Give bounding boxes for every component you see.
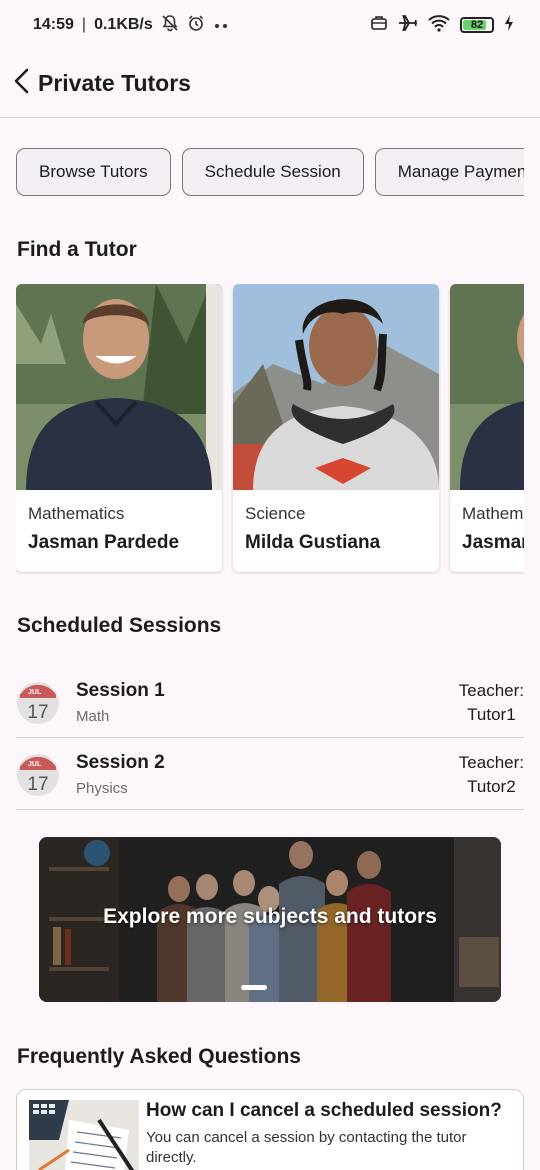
app-bar: Private Tutors [0, 50, 540, 118]
faq-heading: Frequently Asked Questions [17, 1045, 301, 1068]
airplane-icon [398, 14, 418, 37]
battery-icon: 82 [460, 17, 494, 33]
charging-icon [504, 14, 514, 37]
status-time: 14:59 [33, 16, 74, 33]
wifi-icon [428, 14, 450, 37]
svg-text:JUL: JUL [28, 761, 42, 768]
faq-thumbnail [29, 1100, 139, 1170]
session-title: Session 1 [76, 680, 165, 701]
tutor-photo [16, 284, 222, 490]
tutor-subject: Mathematics [462, 504, 524, 523]
alarm-icon [187, 14, 205, 37]
calendar-icon: JUL 17 [16, 753, 60, 797]
session-subject: Math [76, 708, 110, 725]
svg-text:JUL: JUL [28, 689, 42, 696]
session-subject: Physics [76, 780, 128, 797]
back-arrow-icon [11, 67, 33, 100]
tutor-photo [450, 284, 524, 490]
banner-text: Explore more subjects and tutors [103, 905, 437, 928]
calendar-icon: JUL 17 [16, 681, 60, 725]
tutor-photo [233, 284, 439, 490]
scheduled-sessions-heading: Scheduled Sessions [17, 614, 222, 637]
session-teacher: Teacher: Tutor1 [459, 679, 524, 727]
teacher-label: Teacher: [458, 680, 524, 700]
tutor-card[interactable]: Mathematics Jasman Pardede [16, 284, 222, 572]
tutor-carousel[interactable]: Mathematics Jasman Pardede Science Milda… [16, 284, 524, 574]
teacher-name: Tutor2 [467, 776, 516, 796]
manage-payments-chip[interactable]: Manage Payments [374, 148, 524, 196]
teacher-name: Tutor1 [467, 704, 516, 724]
status-bar: 14:59 | 0.1KB/s 82 [0, 0, 540, 50]
tutor-subject: Mathematics [28, 504, 125, 523]
page-title: Private Tutors [38, 70, 191, 96]
network-speed: 0.1KB/s [94, 16, 153, 33]
find-tutor-heading: Find a Tutor [17, 238, 137, 261]
tutor-name: Jasman Pardede [28, 532, 180, 553]
status-left: 14:59 | 0.1KB/s [33, 14, 229, 37]
sim-icon [370, 15, 388, 36]
explore-banner[interactable]: Explore more subjects and tutors [39, 837, 501, 1002]
teacher-label: Teacher: [458, 752, 524, 772]
carousel-indicator [241, 985, 267, 990]
tutor-card[interactable]: Mathematics Jasman Pardede [450, 284, 524, 572]
tutor-name: Jasman Pardede [462, 532, 524, 553]
faq-item[interactable]: How can I cancel a scheduled session? Yo… [16, 1089, 524, 1170]
action-chips: Browse Tutors Schedule Session Manage Pa… [16, 148, 524, 198]
calendar-day: 17 [27, 702, 48, 723]
schedule-session-chip[interactable]: Schedule Session [181, 148, 364, 196]
browse-tutors-chip[interactable]: Browse Tutors [16, 148, 171, 196]
faq-answer: You can cancel a session by contacting t… [146, 1129, 467, 1166]
calendar-day: 17 [27, 774, 48, 795]
faq-question: How can I cancel a scheduled session? [146, 1100, 502, 1121]
tutor-subject: Science [245, 504, 306, 523]
more-dots-icon [213, 16, 229, 34]
tutor-card[interactable]: Science Milda Gustiana [233, 284, 439, 572]
battery-level: 82 [470, 19, 484, 31]
session-teacher: Teacher: Tutor2 [459, 751, 524, 799]
back-button[interactable] [4, 66, 40, 102]
muted-bell-icon [161, 14, 179, 37]
status-right: 82 [370, 14, 514, 37]
session-title: Session 2 [76, 752, 165, 773]
session-row[interactable]: JUL 17 Session 1 Math Teacher: Tutor1 [16, 668, 524, 738]
session-row[interactable]: JUL 17 Session 2 Physics Teacher: Tutor2 [16, 740, 524, 810]
tutor-name: Milda Gustiana [245, 532, 381, 553]
